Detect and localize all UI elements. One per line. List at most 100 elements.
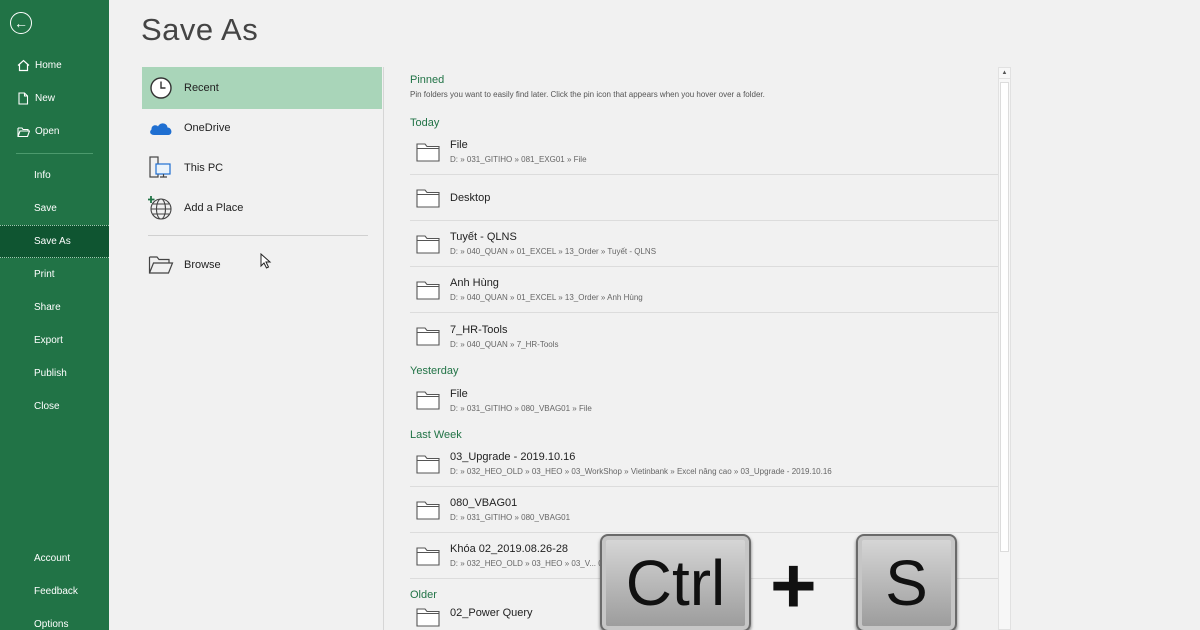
folder-path: D: » 040_QUAN » 01_EXCEL » 13_Order » Tu… [450, 247, 657, 256]
sidebar-item-home[interactable]: Home [0, 49, 109, 82]
home-icon [16, 59, 30, 73]
scroll-up-arrow-icon[interactable]: ▲ [999, 68, 1010, 79]
sidebar-item-close[interactable]: Close [0, 390, 109, 423]
folder-icon [416, 188, 440, 208]
folder-icon [416, 142, 440, 162]
new-document-icon [16, 92, 30, 106]
folder-row[interactable]: 7_HR-Tools D: » 040_QUAN » 7_HR-Tools [410, 313, 998, 359]
plus-sign: + [770, 541, 817, 630]
folder-row[interactable]: Desktop [410, 175, 998, 221]
folder-name: Tuyết - QLNS [450, 231, 517, 243]
folder-icon [416, 327, 440, 346]
location-label: Add a Place [184, 202, 244, 214]
folder-name: 7_HR-Tools [450, 323, 508, 336]
sidebar-item-options[interactable]: Options [0, 608, 109, 630]
sidebar-item-label: Save [34, 203, 57, 214]
back-arrow-icon: ← [14, 15, 28, 31]
location-recent[interactable]: Recent [142, 67, 382, 109]
sidebar-item-share[interactable]: Share [0, 291, 109, 324]
locations-divider [148, 235, 368, 236]
globe-add-icon [148, 195, 174, 221]
folder-name: Anh Hùng [450, 277, 499, 289]
sidebar-item-label: Share [34, 302, 61, 313]
folder-name: 02_Power Query [450, 607, 533, 619]
save-locations-list: Recent OneDrive This PC Add a Place Brow… [142, 67, 382, 284]
folder-icon [416, 454, 440, 474]
sidebar-item-publish[interactable]: Publish [0, 357, 109, 390]
location-label: OneDrive [184, 122, 231, 134]
sidebar-item-label: Options [34, 619, 69, 630]
folder-path: D: » 040_QUAN » 01_EXCEL » 13_Order » An… [450, 293, 643, 302]
location-label: Browse [184, 259, 221, 271]
sidebar-item-info[interactable]: Info [0, 159, 109, 192]
sidebar-item-open[interactable]: Open [0, 115, 109, 148]
folder-name: 080_VBAG01 [450, 497, 518, 509]
sidebar-item-export[interactable]: Export [0, 324, 109, 357]
mouse-cursor-icon [260, 253, 272, 269]
folder-row[interactable]: 080_VBAG01 D: » 031_GITIHO » 080_VBAG01 [410, 487, 998, 533]
sidebar-item-print[interactable]: Print [0, 258, 109, 291]
location-onedrive[interactable]: OneDrive [142, 107, 382, 149]
pinned-hint: Pin folders you want to easily find late… [410, 90, 765, 99]
folder-name: 03_Upgrade - 2019.10.16 [450, 451, 576, 463]
sidebar-item-label: Close [34, 401, 60, 412]
section-heading-today: Today [410, 117, 440, 129]
sidebar-top-nav: Home New Open Info Save Save As Print Sh… [0, 49, 109, 423]
folder-icon [416, 546, 440, 566]
folder-row[interactable]: 03_Upgrade - 2019.10.16 D: » 032_HEO_OLD … [410, 441, 998, 487]
s-key-overlay: S [856, 534, 957, 630]
sidebar-item-save[interactable]: Save [0, 192, 109, 225]
folder-browse-icon [148, 252, 174, 278]
computer-icon [148, 155, 174, 181]
folder-icon [416, 608, 440, 627]
folder-path: D: » 031_GITIHO » 080_VBAG01 » File [450, 403, 592, 413]
folder-icon [416, 500, 440, 520]
sidebar-divider [16, 153, 93, 154]
sidebar-item-label: Feedback [34, 586, 78, 597]
backstage-sidebar: ← Home New Open Info Save Save As Print … [0, 0, 109, 630]
back-button[interactable]: ← [10, 12, 32, 34]
panel-divider [383, 67, 384, 630]
folder-row[interactable]: File D: » 031_GITIHO » 081_EXG01 » File [410, 129, 998, 175]
folder-name: Desktop [450, 191, 491, 204]
folder-path: D: » 032_HEO_OLD » 03_HEO » 03_WorkShop … [450, 467, 832, 476]
sidebar-item-label: Account [34, 553, 71, 564]
s-key-label: S [885, 547, 928, 619]
ctrl-key-overlay: Ctrl [600, 534, 751, 630]
folder-name: File [450, 387, 468, 400]
folder-path: D: » 040_QUAN » 7_HR-Tools [450, 339, 559, 349]
sidebar-item-label: Open [35, 126, 60, 137]
folder-path: D: » 031_GITIHO » 081_EXG01 » File [450, 155, 587, 164]
location-label: Recent [184, 82, 219, 94]
scroll-thumb[interactable] [1000, 82, 1009, 552]
sidebar-bottom-nav: Account Feedback Options [0, 542, 109, 630]
folder-row[interactable]: Tuyết - QLNS D: » 040_QUAN » 01_EXCEL » 1… [410, 221, 998, 267]
cloud-icon [148, 115, 174, 141]
folder-row[interactable]: File D: » 031_GITIHO » 080_VBAG01 » File [410, 377, 998, 423]
sidebar-item-label: Home [35, 60, 62, 71]
sidebar-item-new[interactable]: New [0, 82, 109, 115]
sidebar-item-label: Export [34, 335, 63, 346]
sidebar-item-feedback[interactable]: Feedback [0, 575, 109, 608]
folder-list-scrollbar[interactable]: ▲ [998, 67, 1011, 630]
sidebar-item-label: Info [34, 170, 51, 181]
sidebar-item-label: Publish [34, 368, 67, 379]
section-heading-yesterday: Yesterday [410, 365, 459, 377]
location-add-place[interactable]: Add a Place [142, 187, 382, 229]
clock-icon [148, 75, 174, 101]
sidebar-item-label: Print [34, 269, 55, 280]
folder-icon [416, 234, 440, 254]
ctrl-key-label: Ctrl [625, 547, 726, 619]
sidebar-item-account[interactable]: Account [0, 542, 109, 575]
location-this-pc[interactable]: This PC [142, 147, 382, 189]
sidebar-item-save-as[interactable]: Save As [0, 225, 109, 258]
folder-row[interactable]: Anh Hùng D: » 040_QUAN » 01_EXCEL » 13_Or… [410, 267, 998, 313]
sidebar-item-label: Save As [34, 236, 71, 247]
page-title: Save As [141, 12, 259, 47]
sidebar-item-label: New [35, 93, 56, 104]
folder-icon [416, 280, 440, 300]
excel-backstage: ← Home New Open Info Save Save As Print … [0, 0, 1200, 630]
folder-icon [416, 391, 440, 410]
location-label: This PC [184, 162, 224, 174]
folder-open-icon [16, 125, 30, 139]
